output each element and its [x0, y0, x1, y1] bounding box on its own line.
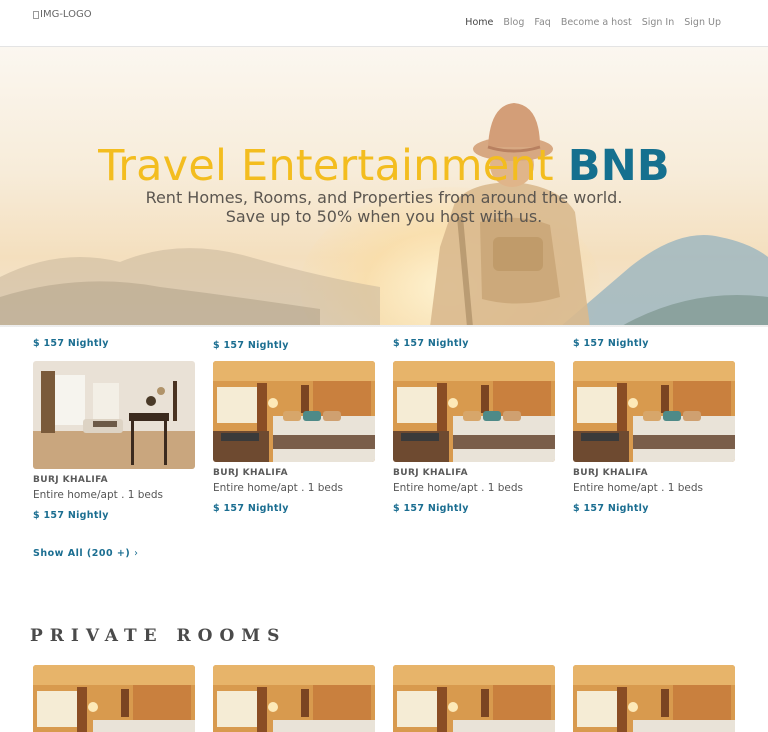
listing-photo[interactable] — [393, 361, 555, 462]
show-all-label: Show All (200 +) — [33, 548, 131, 559]
listing-name[interactable]: BURJ KHALIFA — [213, 468, 375, 478]
hotel-bedroom-photo — [213, 665, 375, 732]
main-nav: Home Blog Faq Become a host Sign In Sign… — [465, 17, 721, 28]
nav-become-a-host[interactable]: Become a host — [561, 17, 632, 28]
hero-title: Travel Entertainment BNB — [0, 141, 768, 191]
nav-faq[interactable]: Faq — [534, 17, 550, 28]
listing-name[interactable]: BURJ KHALIFA — [573, 468, 735, 478]
broken-image-icon — [33, 10, 39, 19]
living-room-photo — [33, 361, 195, 469]
listing-price: $ 157 Nightly — [573, 503, 649, 514]
private-room-photo[interactable] — [393, 665, 555, 732]
show-all-link[interactable]: Show All (200 +) › — [33, 548, 138, 559]
top-row-price: $ 157 Nightly — [33, 338, 109, 349]
listing-photo[interactable] — [213, 361, 375, 462]
hero-subtitle-line2: Save up to 50% when you host with us. — [225, 207, 543, 226]
nav-blog[interactable]: Blog — [503, 17, 524, 28]
logo-alt-text: IMG-LOGO — [40, 9, 92, 20]
listing-price: $ 157 Nightly — [213, 503, 289, 514]
hero-title-main: Travel Entertainment — [98, 141, 554, 191]
section-title-private-rooms: PRIVATE ROOMS — [30, 626, 287, 646]
top-row-price: $ 157 Nightly — [213, 340, 289, 351]
listing-name[interactable]: BURJ KHALIFA — [393, 468, 555, 478]
listing-description: Entire home/apt . 1 beds — [33, 489, 164, 501]
listing-description: Entire home/apt . 1 beds — [213, 482, 344, 494]
private-room-photo[interactable] — [33, 665, 195, 732]
page: IMG-LOGO Home Blog Faq Become a host Sig… — [0, 0, 768, 732]
hotel-bedroom-photo — [573, 361, 735, 462]
listing-card[interactable]: BURJ KHALIFA Entire home/apt . 1 beds $ … — [573, 361, 735, 514]
listing-card[interactable]: BURJ KHALIFA Entire home/apt . 1 beds $ … — [33, 361, 195, 521]
listing-description: Entire home/apt . 1 beds — [573, 482, 704, 494]
hero-bottom-strip — [0, 325, 768, 327]
site-header: IMG-LOGO Home Blog Faq Become a host Sig… — [0, 0, 768, 47]
listing-card[interactable]: BURJ KHALIFA Entire home/apt . 1 beds $ … — [393, 361, 555, 514]
hero-title-brand: BNB — [567, 141, 670, 191]
hotel-bedroom-photo — [33, 665, 195, 732]
hotel-bedroom-photo — [213, 361, 375, 462]
hotel-bedroom-photo — [393, 665, 555, 732]
hero-subtitle-line1: Rent Homes, Rooms, and Properties from a… — [145, 188, 623, 207]
listing-name[interactable]: BURJ KHALIFA — [33, 475, 195, 485]
site-logo[interactable]: IMG-LOGO — [33, 9, 92, 20]
hero-banner: Travel Entertainment BNB Rent Homes, Roo… — [0, 47, 768, 327]
listing-card[interactable]: BURJ KHALIFA Entire home/apt . 1 beds $ … — [213, 361, 375, 514]
private-room-photo[interactable] — [213, 665, 375, 732]
private-room-photo[interactable] — [573, 665, 735, 732]
listing-price: $ 157 Nightly — [393, 503, 469, 514]
listing-price: $ 157 Nightly — [33, 510, 109, 521]
chevron-right-icon: › — [134, 548, 139, 559]
listing-photo[interactable] — [33, 361, 195, 469]
listing-description: Entire home/apt . 1 beds — [393, 482, 524, 494]
top-row-price: $ 157 Nightly — [573, 338, 649, 349]
listing-photo[interactable] — [573, 361, 735, 462]
nav-sign-in[interactable]: Sign In — [642, 17, 675, 28]
nav-sign-up[interactable]: Sign Up — [684, 17, 721, 28]
top-row-price: $ 157 Nightly — [393, 338, 469, 349]
nav-home[interactable]: Home — [465, 17, 493, 28]
hotel-bedroom-photo — [393, 361, 555, 462]
hotel-bedroom-photo — [573, 665, 735, 732]
